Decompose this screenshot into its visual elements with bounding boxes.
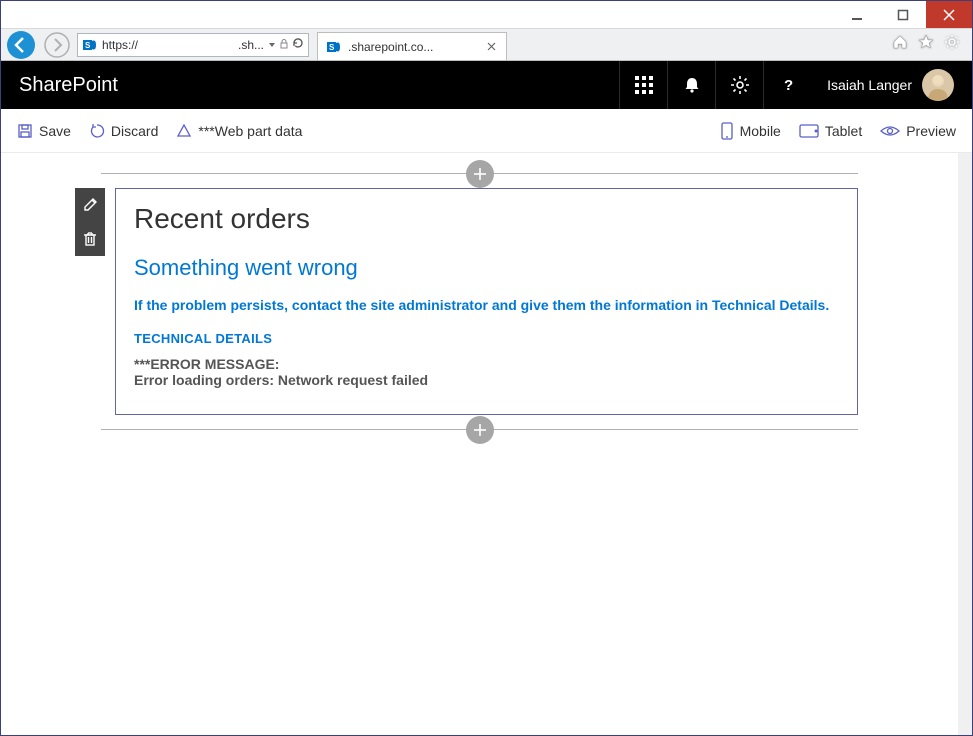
preview-button[interactable]: Preview [880,123,956,139]
tab-title: .sharepoint.co... [348,40,478,54]
error-message-label: ***ERROR MESSAGE: [134,356,839,372]
mobile-label: Mobile [740,123,781,139]
discard-label: Discard [111,123,158,139]
lock-icon [279,36,289,54]
section-divider [101,173,858,174]
sharepoint-favicon-icon: S [82,37,98,53]
suite-title: SharePoint [19,74,118,97]
webpart-toolbar [75,188,105,415]
address-host: .sh... [238,38,264,52]
webpart-title: Recent orders [134,203,839,235]
browser-toolbar: S https:// .sh... S .sharepoint.co... [1,29,972,61]
svg-text:?: ? [784,77,793,94]
help-button[interactable]: ? [763,61,811,109]
notifications-button[interactable] [667,61,715,109]
svg-text:S: S [85,41,91,50]
error-subtext: If the problem persists, contact the sit… [134,297,839,313]
discard-button[interactable]: Discard [89,123,158,139]
save-button[interactable]: Save [17,123,71,139]
user-avatar [922,69,954,101]
window-titlebar [1,1,972,29]
app-launcher-button[interactable] [619,61,667,109]
window-maximize-button[interactable] [880,1,926,28]
preview-label: Preview [906,123,956,139]
user-menu[interactable]: Isaiah Langer [811,69,954,101]
svg-text:S: S [329,43,335,52]
browser-forward-button[interactable] [41,29,73,61]
favorites-icon[interactable] [918,34,934,55]
technical-details-label[interactable]: TECHNICAL DETAILS [134,331,839,346]
browser-tab[interactable]: S .sharepoint.co... [317,32,507,60]
settings-button[interactable] [715,61,763,109]
browser-back-button[interactable] [5,29,37,61]
address-url: https:// [102,38,234,52]
add-section-button[interactable] [466,416,494,444]
user-name: Isaiah Langer [827,77,912,93]
section-divider [101,429,858,430]
delete-webpart-button[interactable] [75,222,105,256]
home-icon[interactable] [892,34,908,55]
save-label: Save [39,123,71,139]
mobile-button[interactable]: Mobile [720,122,781,140]
editor-canvas: Recent orders Something went wrong If th… [1,153,958,430]
edit-webpart-button[interactable] [75,188,105,222]
window-minimize-button[interactable] [834,1,880,28]
window-close-button[interactable] [926,1,972,28]
refresh-icon[interactable] [292,36,304,54]
webpart-body[interactable]: Recent orders Something went wrong If th… [115,188,858,415]
suite-bar: SharePoint ? Isaiah Langer [1,61,972,109]
tablet-button[interactable]: Tablet [799,123,862,139]
webpart-data-label: ***Web part data [198,123,302,139]
browser-address-bar[interactable]: S https:// .sh... [77,33,309,57]
command-bar: Save Discard ***Web part data Mobile Tab… [1,109,972,153]
add-section-button[interactable] [466,160,494,188]
tablet-label: Tablet [825,123,862,139]
sharepoint-favicon-icon: S [326,39,342,55]
dropdown-icon[interactable] [268,36,276,54]
tools-icon[interactable] [944,34,960,55]
webpart-data-button[interactable]: ***Web part data [176,123,302,139]
error-message-text: Error loading orders: Network request fa… [134,372,839,388]
tab-close-button[interactable] [484,40,498,54]
error-heading: Something went wrong [134,255,839,281]
